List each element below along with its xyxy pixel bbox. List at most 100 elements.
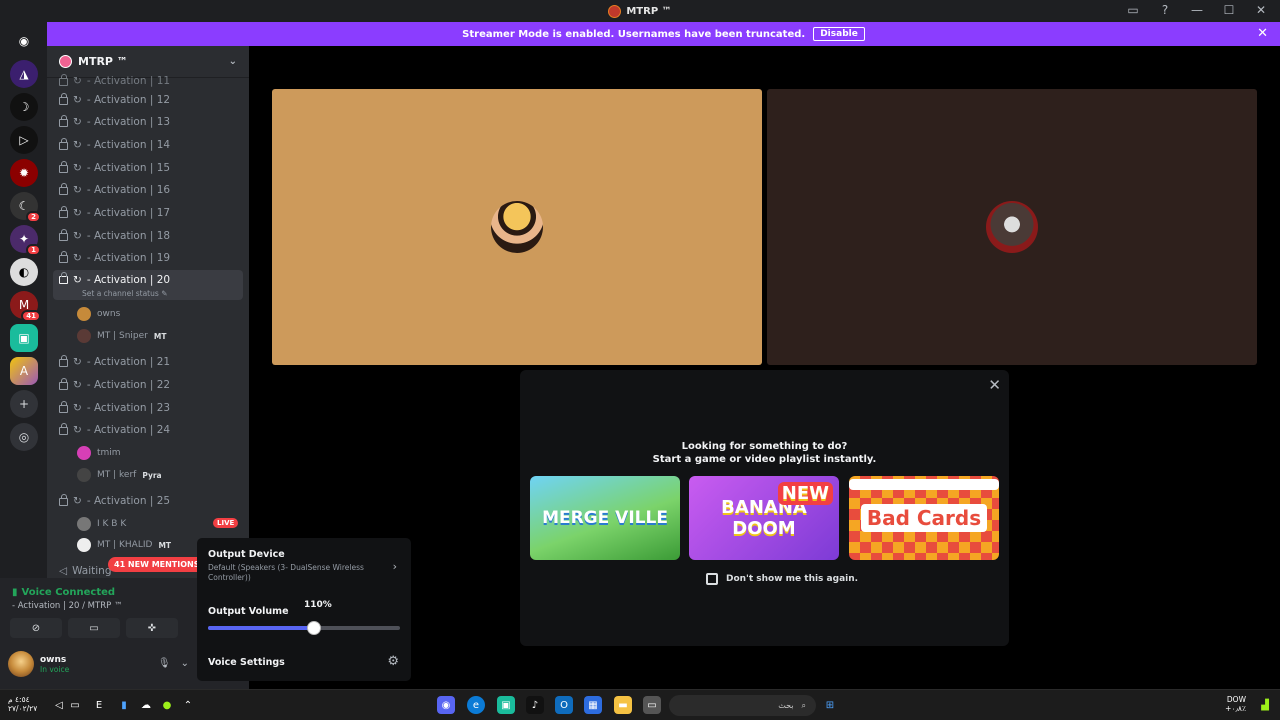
app-tray-icon[interactable]: ● (158, 696, 176, 714)
user-panel[interactable]: owns In voice (8, 651, 69, 677)
app-icon[interactable]: ▭ (643, 696, 661, 714)
channel-activation-18[interactable]: ↻ - Activation | 18 (53, 225, 243, 247)
search-box[interactable]: بحث ⌕ (669, 695, 816, 716)
volume-slider-knob[interactable] (306, 621, 321, 635)
user-status: In voice (40, 664, 70, 674)
lock-icon (59, 251, 68, 263)
voice-channel-name[interactable]: - Activation | 20 / MTRP ™ (12, 601, 122, 611)
channel-activation-25[interactable]: ↻ - Activation | 25 (53, 490, 243, 512)
microphone-icon[interactable]: 🎙 (158, 658, 171, 669)
microphone-icon[interactable]: ▮ (115, 696, 133, 714)
help-icon[interactable]: ? (1158, 3, 1172, 17)
server-icon[interactable]: ▣ (10, 324, 38, 352)
screen-share-button[interactable]: ▭ (68, 618, 120, 638)
chevron-up-icon[interactable]: ⌃ (179, 696, 197, 714)
video-tile[interactable] (272, 89, 762, 365)
close-icon[interactable]: ✕ (1257, 26, 1268, 41)
channel-activation-21[interactable]: ↻ - Activation | 21 (53, 351, 243, 373)
server-icon[interactable]: A (10, 357, 38, 385)
chevron-right-icon[interactable]: › (393, 560, 397, 573)
dont-show-checkbox[interactable]: Don't show me this again. (706, 573, 858, 585)
minimize-icon[interactable]: — (1190, 3, 1204, 17)
voice-member[interactable]: owns (77, 304, 120, 324)
chevron-down-icon[interactable]: ⌄ (181, 658, 189, 669)
channel-activation-17[interactable]: ↻ - Activation | 17 (53, 202, 243, 224)
discord-home-icon[interactable]: ◉ (10, 27, 38, 55)
avatar (77, 517, 91, 531)
clock-time: ٤:٥٤ م (8, 695, 30, 704)
close-icon[interactable]: ✕ (1254, 3, 1268, 17)
clock[interactable]: ٤:٥٤ م ٢٧/٠٢/٢٧ (8, 695, 37, 713)
channel-activation-12[interactable]: ↻ - Activation | 12 (53, 89, 243, 111)
tiktok-icon[interactable]: ♪ (526, 696, 544, 714)
inbox-icon[interactable]: ▭ (1126, 3, 1140, 17)
channel-status[interactable]: Set a channel status ✎ (82, 289, 167, 298)
add-server-icon[interactable]: + (10, 390, 38, 418)
video-tile[interactable] (767, 89, 1257, 365)
voice-settings-button[interactable]: Voice Settings (208, 657, 285, 668)
gear-icon[interactable]: ⚙ (387, 654, 399, 669)
channel-activation-14[interactable]: ↻ - Activation | 14 (53, 134, 243, 156)
voice-member[interactable]: tmim (77, 443, 121, 463)
channel-label: - Activation | 12 (86, 94, 171, 106)
member-name: I K B K (97, 519, 127, 529)
cloud-icon[interactable]: ☁ (137, 696, 155, 714)
language-icon[interactable]: E (90, 696, 108, 714)
discord-taskbar-icon[interactable]: ◉ (437, 696, 455, 714)
channel-label: - Activation | 23 (86, 402, 171, 414)
market-widget[interactable]: DOW +٠٫٨٪ (1225, 695, 1246, 713)
app-icon[interactable]: ▣ (497, 696, 515, 714)
disable-button[interactable]: Disable (813, 27, 865, 41)
game-card-banana-doom[interactable]: BANANA DOOM NEW (689, 476, 839, 560)
game-card-mergeville[interactable]: MERGE VILLE (530, 476, 680, 560)
server-icon[interactable]: ◐ (10, 258, 38, 286)
window-title: MTRP ™ (608, 4, 672, 18)
game-card-bad-cards[interactable]: PLAY AT YOUR OWN RISK Bad Cards (849, 476, 999, 560)
channel-activation-22[interactable]: ↻ - Activation | 22 (53, 374, 243, 396)
checkbox[interactable] (706, 573, 718, 585)
chevron-down-icon[interactable]: ⌄ (229, 56, 237, 67)
server-icon[interactable]: ▷ (10, 126, 38, 154)
edge-icon[interactable]: e (467, 696, 485, 714)
live-badge: LIVE (213, 518, 239, 528)
server-icon[interactable]: ☾ 2 (10, 192, 41, 223)
close-icon[interactable]: ✕ (988, 376, 1001, 394)
channel-activation-20[interactable]: ↻ - Activation | 20 Set a channel status … (53, 270, 243, 300)
channel-activation-15[interactable]: ↻ - Activation | 15 (53, 157, 243, 179)
maximize-icon[interactable]: ☐ (1222, 3, 1236, 17)
channel-activation-24[interactable]: ↻ - Activation | 24 (53, 419, 243, 441)
new-mentions-button[interactable]: 41 NEW MENTIONS (108, 557, 206, 572)
avatar (77, 468, 91, 482)
popup-title-line1: Looking for something to do? (681, 441, 848, 452)
server-icon[interactable]: ☽ (10, 93, 38, 121)
store-icon[interactable]: ▦ (584, 696, 602, 714)
file-explorer-icon[interactable]: ▬ (614, 696, 632, 714)
windows-start-icon[interactable]: ⊞ (821, 696, 839, 714)
activity-button[interactable]: ✜ (126, 618, 178, 638)
server-icon[interactable]: ✦ 1 (10, 225, 41, 256)
volume-slider[interactable] (208, 621, 400, 635)
lock-icon (59, 93, 68, 105)
voice-member[interactable]: MT | Sniper MT (77, 326, 166, 346)
channel-label: - Activation | 15 (86, 162, 171, 174)
output-device-label[interactable]: Output Device (208, 549, 285, 560)
voice-member[interactable]: I K B K (77, 514, 126, 534)
server-icon[interactable]: ✹ (10, 159, 38, 187)
channel-activation-16[interactable]: ↻ - Activation | 16 (53, 179, 243, 201)
output-device-menu: Output Device Default (Speakers (3- Dual… (197, 538, 411, 681)
explore-icon[interactable]: ◎ (10, 423, 38, 451)
chart-icon[interactable]: ▟ (1256, 696, 1274, 714)
server-icon[interactable]: M 41 (10, 291, 41, 322)
display-icon[interactable]: ▭ (66, 696, 84, 714)
voice-connected-title[interactable]: ▮ Voice Connected (12, 587, 115, 598)
voice-member[interactable]: MT | KHALID MT (77, 535, 171, 555)
channel-activation-19[interactable]: ↻ - Activation | 19 (53, 247, 243, 269)
voice-member[interactable]: MT | kerf Pyra (77, 465, 162, 485)
channel-activation-13[interactable]: ↻ - Activation | 13 (53, 111, 243, 133)
lock-icon (59, 161, 68, 173)
outlook-icon[interactable]: O (555, 696, 573, 714)
server-icon[interactable]: ◮ (10, 60, 38, 88)
camera-off-button[interactable]: ⊘ (10, 618, 62, 638)
member-tag: MT (153, 331, 167, 341)
channel-activation-23[interactable]: ↻ - Activation | 23 (53, 397, 243, 419)
